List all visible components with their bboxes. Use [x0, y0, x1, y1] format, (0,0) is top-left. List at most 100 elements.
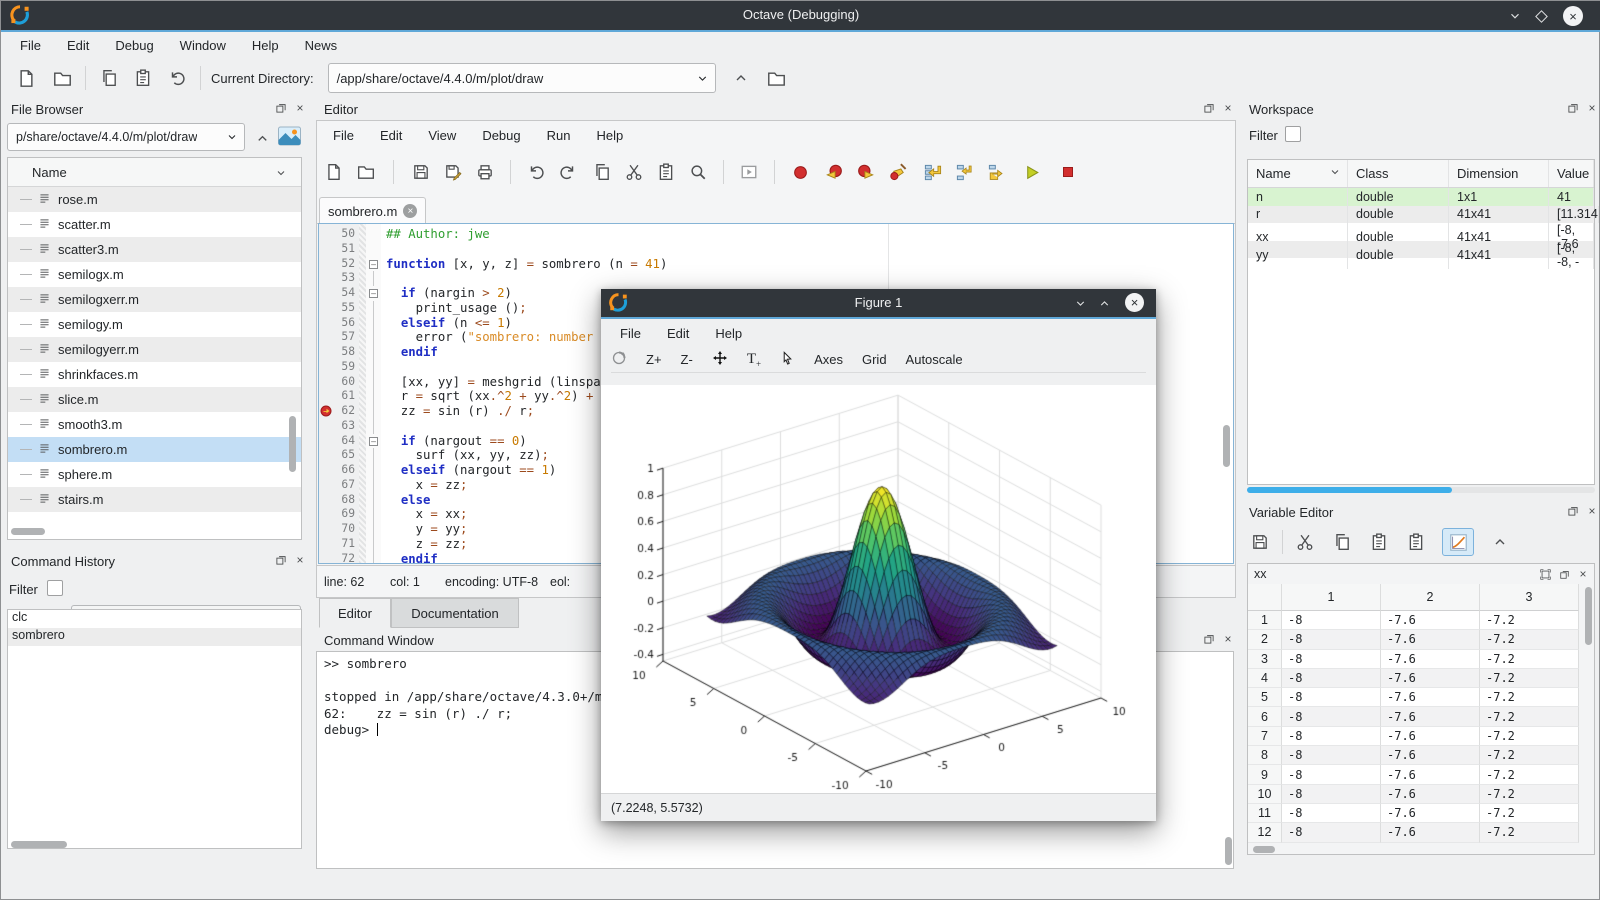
minimize-button[interactable]	[1505, 6, 1525, 26]
grid-button[interactable]: Grid	[862, 352, 887, 367]
zoom-out-button[interactable]: Z-	[681, 352, 693, 367]
file-row-semilogyerr-m[interactable]: semilogyerr.m	[8, 337, 301, 362]
ve-row-12[interactable]: 12-8-7.6-7.2	[1248, 823, 1594, 842]
ve-cell[interactable]: -7.2	[1480, 804, 1579, 823]
ve-cell[interactable]: -8	[1282, 804, 1381, 823]
editor-vscrollbar[interactable]	[1223, 425, 1230, 467]
code-line-51[interactable]: 51	[319, 242, 1233, 257]
close-panel-icon[interactable]: ×	[1585, 101, 1599, 115]
ve-cell[interactable]: -8	[1282, 765, 1381, 784]
ve-cell[interactable]: -7.2	[1480, 746, 1579, 765]
fold-marker-icon[interactable]: –	[369, 260, 378, 269]
close-button[interactable]: ×	[1125, 293, 1144, 312]
browse-images-icon[interactable]	[277, 124, 302, 148]
file-row-semilogy-m[interactable]: semilogy.m	[8, 312, 301, 337]
workspace-row-n[interactable]: ndouble1x141	[1248, 188, 1594, 206]
workspace-column-value[interactable]: Value	[1549, 160, 1594, 187]
ve-column-1[interactable]: 1	[1282, 584, 1381, 611]
ve-cell[interactable]: -7.6	[1381, 765, 1480, 784]
ve-cell[interactable]: -7.6	[1381, 688, 1480, 707]
ve-cell[interactable]: -8	[1282, 823, 1381, 842]
window-titlebar[interactable]: Octave (Debugging) ×	[1, 1, 1600, 30]
ve-row-10[interactable]: 10-8-7.6-7.2	[1248, 785, 1594, 804]
axes-button[interactable]: Axes	[814, 352, 843, 367]
ve-cell[interactable]: -8	[1282, 650, 1381, 669]
file-list-header[interactable]: Name	[8, 158, 301, 187]
autoscale-button[interactable]: Autoscale	[906, 352, 963, 367]
variable-editor-header[interactable]: Variable Editor	[1241, 501, 1599, 523]
quit-debug-icon[interactable]	[1055, 159, 1081, 185]
command-history-hscrollbar[interactable]	[11, 841, 67, 848]
menu-file[interactable]: File	[7, 38, 54, 53]
ve-row-8[interactable]: 8-8-7.6-7.2	[1248, 746, 1594, 765]
up-level-icon[interactable]	[1487, 529, 1513, 555]
close-panel-icon[interactable]: ×	[293, 553, 307, 567]
rotate-tool-icon[interactable]	[611, 350, 627, 369]
bottom-tab-documentation[interactable]: Documentation	[391, 598, 519, 628]
ve-cell[interactable]: -7.6	[1381, 650, 1480, 669]
browse-directory-icon[interactable]	[764, 65, 790, 91]
file-row-smooth3-m[interactable]: smooth3.m	[8, 412, 301, 437]
undock-icon[interactable]	[1566, 504, 1580, 518]
close-panel-icon[interactable]: ×	[1221, 101, 1235, 115]
ve-cell[interactable]: -8	[1282, 707, 1381, 726]
save-variable-icon[interactable]	[1247, 529, 1273, 555]
variable-editor-hscrollbar[interactable]	[1253, 846, 1275, 853]
workspace-row-xx[interactable]: xxdouble41x41[-8, -7.6	[1248, 223, 1594, 241]
workspace-column-name[interactable]: Name	[1248, 160, 1348, 187]
previous-breakpoint-icon[interactable]	[821, 159, 847, 185]
undo-icon[interactable]	[523, 159, 549, 185]
file-browser-path-combo[interactable]: p/share/octave/4.4.0/m/plot/draw	[7, 123, 245, 151]
ve-cell[interactable]: -8	[1282, 611, 1381, 630]
tab-sombrero[interactable]: sombrero.m ×	[319, 197, 426, 224]
command-window-vscrollbar[interactable]	[1225, 837, 1232, 865]
menu-help[interactable]: Help	[239, 38, 292, 53]
paste-icon[interactable]	[130, 65, 156, 91]
command-history-header[interactable]: Command History	[3, 550, 308, 572]
copy-icon[interactable]	[589, 159, 615, 185]
workspace-filter-checkbox[interactable]	[1285, 126, 1301, 142]
ve-cell[interactable]: -8	[1282, 746, 1381, 765]
ve-row-5[interactable]: 5-8-7.6-7.2	[1248, 688, 1594, 707]
minimize-button[interactable]	[1070, 293, 1090, 313]
print-icon[interactable]	[472, 159, 498, 185]
step-in-icon[interactable]	[951, 159, 977, 185]
figure-menu-edit[interactable]: Edit	[654, 326, 702, 341]
undock-icon[interactable]	[1557, 567, 1571, 581]
redo-icon[interactable]	[555, 159, 581, 185]
figure-canvas[interactable]	[601, 385, 1156, 793]
step-out-icon[interactable]	[983, 159, 1009, 185]
file-row-rose-m[interactable]: rose.m	[8, 187, 301, 212]
cut-icon[interactable]	[621, 159, 647, 185]
menu-window[interactable]: Window	[167, 38, 239, 53]
ve-cell[interactable]: -7.2	[1480, 785, 1579, 804]
file-row-sombrero-m[interactable]: sombrero.m	[8, 437, 301, 462]
file-row-sphere-m[interactable]: sphere.m	[8, 462, 301, 487]
save-file-icon[interactable]	[408, 159, 434, 185]
ve-row-11[interactable]: 11-8-7.6-7.2	[1248, 804, 1594, 823]
ve-cell[interactable]: -7.2	[1480, 823, 1579, 842]
zoom-in-button[interactable]: Z+	[646, 352, 662, 367]
editor-menu-run[interactable]: Run	[534, 128, 584, 143]
ve-column-3[interactable]: 3	[1480, 584, 1579, 611]
paste-table-icon[interactable]	[1403, 529, 1429, 555]
menu-debug[interactable]: Debug	[102, 38, 166, 53]
undock-icon[interactable]	[1202, 101, 1216, 115]
file-browser-vscrollbar[interactable]	[289, 416, 296, 472]
ve-cell[interactable]: -7.6	[1381, 707, 1480, 726]
editor-menu-view[interactable]: View	[415, 128, 469, 143]
copy-icon[interactable]	[1329, 529, 1355, 555]
ve-cell[interactable]: -7.2	[1480, 727, 1579, 746]
new-script-icon[interactable]	[13, 65, 39, 91]
history-filter-checkbox[interactable]	[47, 580, 63, 596]
pan-tool-icon[interactable]	[712, 350, 728, 369]
history-item[interactable]: clc	[8, 610, 301, 628]
paste-icon[interactable]	[653, 159, 679, 185]
workspace-column-dimension[interactable]: Dimension	[1449, 160, 1549, 187]
ve-cell[interactable]: -7.2	[1480, 650, 1579, 669]
file-row-shrinkfaces-m[interactable]: shrinkfaces.m	[8, 362, 301, 387]
close-panel-icon[interactable]: ×	[293, 101, 307, 115]
undock-icon[interactable]	[1566, 101, 1580, 115]
undock-icon[interactable]	[1202, 632, 1216, 646]
ve-cell[interactable]: -7.6	[1381, 804, 1480, 823]
